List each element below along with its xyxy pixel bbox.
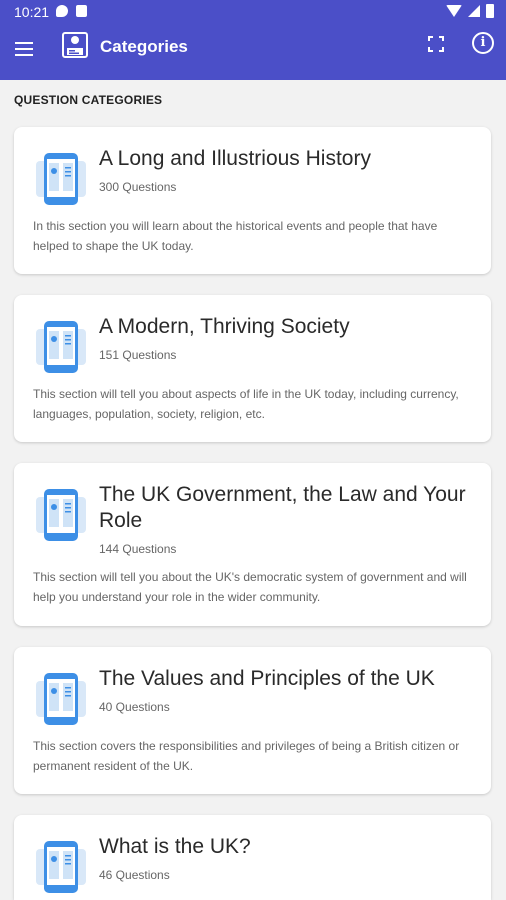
info-icon[interactable]: i bbox=[472, 32, 494, 54]
section-header: QUESTION CATEGORIES bbox=[14, 93, 163, 107]
category-title: The Values and Principles of the UK bbox=[99, 667, 435, 690]
category-question-count: 300 Questions bbox=[99, 180, 177, 194]
category-title: What is the UK? bbox=[99, 835, 251, 858]
phone-book-icon bbox=[36, 841, 86, 893]
phone-book-icon bbox=[36, 321, 86, 373]
category-card[interactable]: A Modern, Thriving Society 151 Questions… bbox=[14, 295, 491, 442]
category-title: The UK Government, the Law and Your Role bbox=[99, 483, 466, 532]
category-card[interactable]: What is the UK? 46 Questions bbox=[14, 815, 491, 900]
category-question-count: 40 Questions bbox=[99, 700, 170, 714]
category-description: This section will tell you about the UK'… bbox=[33, 570, 467, 604]
category-title: A Long and Illustrious History bbox=[99, 147, 371, 170]
category-card[interactable]: The Values and Principles of the UK 40 Q… bbox=[14, 647, 491, 794]
chat-notification-icon bbox=[56, 5, 68, 17]
hamburger-menu-icon[interactable] bbox=[12, 38, 36, 62]
phone-book-icon bbox=[36, 673, 86, 725]
status-time: 10:21 bbox=[14, 4, 50, 20]
phone-book-icon bbox=[36, 489, 86, 541]
clipboard-notification-icon bbox=[76, 5, 87, 17]
app-logo-icon bbox=[62, 32, 88, 58]
category-description: This section covers the responsibilities… bbox=[33, 739, 460, 773]
category-question-count: 144 Questions bbox=[99, 542, 177, 556]
category-card[interactable]: A Long and Illustrious History 300 Quest… bbox=[14, 127, 491, 274]
category-question-count: 46 Questions bbox=[99, 868, 170, 882]
phone-book-icon bbox=[36, 153, 86, 205]
page-title: Categories bbox=[100, 37, 188, 56]
signal-icon bbox=[468, 5, 480, 17]
category-card[interactable]: The UK Government, the Law and Your Role… bbox=[14, 463, 491, 626]
battery-icon bbox=[486, 4, 494, 18]
fullscreen-icon[interactable] bbox=[428, 36, 444, 52]
app-bar: Categories i bbox=[0, 24, 506, 80]
category-title: A Modern, Thriving Society bbox=[99, 315, 350, 338]
category-question-count: 151 Questions bbox=[99, 348, 177, 362]
wifi-icon bbox=[446, 5, 462, 17]
status-bar: 10:21 bbox=[0, 0, 506, 24]
category-description: This section will tell you about aspects… bbox=[33, 387, 459, 421]
category-description: In this section you will learn about the… bbox=[33, 219, 438, 253]
